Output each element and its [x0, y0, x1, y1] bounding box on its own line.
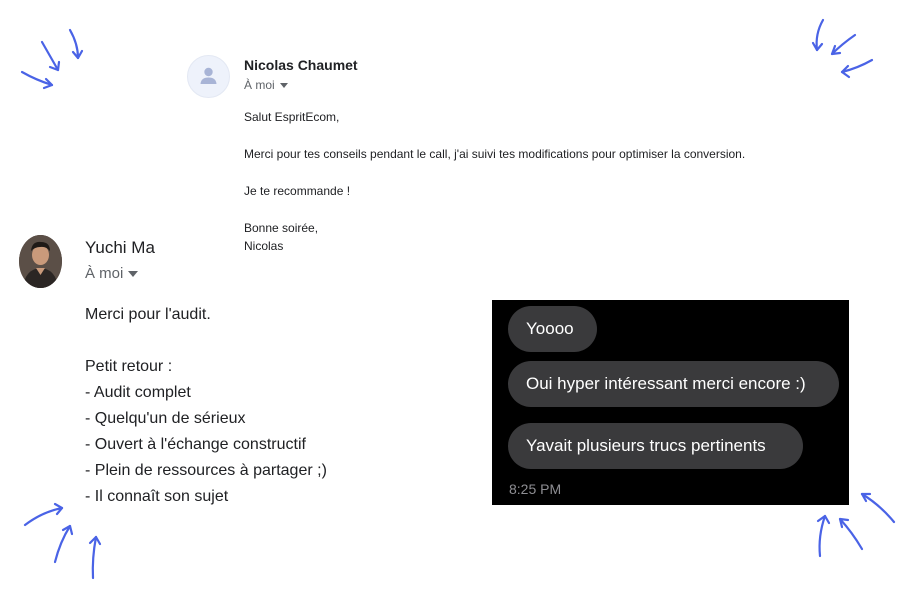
recipient-dropdown[interactable]: À moi: [244, 78, 288, 92]
arrow-icon: [68, 28, 84, 60]
recipient-dropdown[interactable]: À moi: [85, 265, 139, 282]
email-line: - Audit complet: [85, 384, 191, 401]
arrow-icon: [860, 492, 896, 524]
chat-bubble: Yoooo: [508, 306, 597, 352]
recipient-label: À moi: [244, 78, 275, 92]
email-line: Merci pour l'audit.: [85, 306, 211, 323]
profile-photo: [19, 235, 62, 288]
arrow-icon: [830, 33, 857, 56]
email-body: Salut EspritEcom, Merci pour tes conseil…: [244, 108, 824, 255]
sender-name[interactable]: Yuchi Ma: [85, 238, 155, 258]
email-line: Merci pour tes conseils pendant le call,…: [244, 147, 746, 161]
caret-down-icon: [128, 271, 139, 278]
caret-down-icon: [279, 83, 288, 89]
avatar[interactable]: [187, 55, 230, 98]
arrow-icon: [20, 70, 54, 90]
arrow-icon: [23, 502, 64, 527]
arrow-icon: [811, 18, 825, 52]
email-line: - Quelqu'un de sérieux: [85, 410, 246, 427]
email-line: Nicolas: [244, 239, 284, 253]
arrow-icon: [816, 514, 831, 558]
arrow-icon: [40, 40, 61, 72]
chat-screenshot: Yoooo Oui hyper intéressant merci encore…: [492, 300, 849, 505]
arrow-icon: [838, 517, 864, 551]
arrow-icon: [840, 58, 874, 79]
email-line: - Plein de ressources à partager ;): [85, 462, 327, 479]
email-line: - Il connaît son sujet: [85, 488, 229, 505]
recipient-label: À moi: [85, 265, 124, 282]
email-blank-line: [85, 328, 327, 354]
avatar[interactable]: [19, 235, 62, 288]
chat-bubble: Yavait plusieurs trucs pertinents: [508, 423, 803, 469]
chat-bubble: Oui hyper intéressant merci encore :): [508, 361, 839, 407]
email-line: - Ouvert à l'échange constructif: [85, 436, 306, 453]
email-line: Je te recommande !: [244, 184, 351, 198]
arrow-icon: [53, 524, 74, 564]
email-line: Bonne soirée,: [244, 221, 319, 235]
email-line: Petit retour :: [85, 358, 173, 375]
email-line: Salut EspritEcom,: [244, 110, 340, 124]
email-body: Merci pour l'audit. Petit retour : - Aud…: [85, 302, 327, 510]
arrow-icon: [88, 535, 102, 580]
sender-name[interactable]: Nicolas Chaumet: [244, 57, 358, 73]
user-icon: [200, 67, 217, 84]
message-timestamp: 8:25 PM: [509, 481, 562, 497]
